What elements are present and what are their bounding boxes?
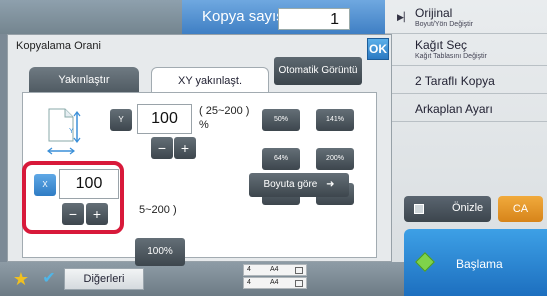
- arrow-right-icon: ➜: [326, 179, 335, 190]
- copy-count-area: Kopya sayısı 1: [182, 0, 385, 34]
- start-label: Başlama: [456, 257, 503, 271]
- copy-count-input[interactable]: 1: [278, 8, 350, 30]
- y-plus-button[interactable]: +: [174, 137, 196, 159]
- others-button[interactable]: Diğerleri: [64, 268, 144, 290]
- x-ratio-highlight: X 100 − +: [22, 161, 124, 234]
- y-range-label: ( 25~200 ): [199, 105, 250, 117]
- play-arrow-icon: ▶▏: [397, 12, 411, 22]
- checkmark-icon[interactable]: ✔: [38, 268, 60, 290]
- star-icon[interactable]: ★: [10, 268, 32, 290]
- duplex-copy-title: 2 Taraflı Kopya: [415, 74, 495, 88]
- tray-size: A4: [270, 279, 279, 286]
- tray-status: 4 A4: [243, 277, 307, 289]
- y-minus-button[interactable]: −: [151, 137, 173, 159]
- tab-zoom[interactable]: Yakınlaştır: [29, 67, 139, 93]
- preset-200-button[interactable]: 200%: [316, 148, 354, 170]
- x-minus-button[interactable]: −: [62, 203, 84, 225]
- paper-xy-icon: Y: [47, 108, 81, 155]
- dialog-title: Kopyalama Orani: [16, 40, 101, 52]
- svg-text:Y: Y: [69, 128, 74, 135]
- start-button[interactable]: Başlama: [404, 229, 547, 296]
- tray-status: 4 A4: [243, 264, 307, 276]
- tab-xy-zoom[interactable]: XY yakınlaşt.: [151, 67, 269, 93]
- y-unit-label: %: [199, 119, 209, 131]
- preset-100-button[interactable]: 100%: [135, 238, 185, 266]
- background-adjust-button[interactable]: Arkaplan Ayarı: [385, 94, 547, 122]
- paper-select-subtitle: Kağıt Tablasını Değiştir: [415, 53, 487, 60]
- x-plus-button[interactable]: +: [86, 203, 108, 225]
- start-diamond-icon: [415, 252, 435, 272]
- tray-number: 4: [247, 266, 251, 273]
- paper-select-title: Kağıt Seç: [415, 38, 468, 52]
- clear-all-button[interactable]: CA: [498, 196, 543, 222]
- paper-select-button[interactable]: Kağıt Seç Kağıt Tablasını Değiştir: [385, 34, 547, 66]
- preview-button[interactable]: Önizle: [404, 196, 491, 222]
- background-adjust-title: Arkaplan Ayarı: [415, 102, 493, 116]
- fit-to-size-label: Boyuta göre: [263, 179, 318, 190]
- preset-50-button[interactable]: 50%: [262, 109, 300, 131]
- tray-size: A4: [270, 266, 279, 273]
- tray-icon: [295, 280, 303, 287]
- y-axis-button[interactable]: Y: [110, 109, 132, 131]
- x-ratio-input[interactable]: 100: [59, 169, 119, 199]
- y-ratio-input[interactable]: 100: [137, 104, 192, 134]
- original-title: Orijinal: [415, 6, 453, 20]
- fit-to-size-button[interactable]: Boyuta göre ➜: [249, 173, 349, 197]
- copy-screen: Kopya sayısı 1 ▶▏ Orijinal Boyut/Yön Değ…: [0, 0, 547, 296]
- preset-141-button[interactable]: 141%: [316, 109, 354, 131]
- preset-64-button[interactable]: 64%: [262, 148, 300, 170]
- original-button[interactable]: ▶▏ Orijinal Boyut/Yön Değiştir: [385, 0, 547, 34]
- auto-image-button[interactable]: Otomatik Görüntü: [274, 57, 362, 85]
- copy-count-label: Kopya sayısı: [202, 8, 288, 25]
- preview-icon: [414, 204, 424, 214]
- preview-label: Önizle: [452, 202, 484, 214]
- bottom-bar: ★ ✔ Diğerleri 4 A4 4 A4: [0, 262, 404, 296]
- x-axis-button[interactable]: X: [34, 174, 56, 196]
- x-range-label: 5~200 ): [139, 204, 177, 216]
- original-subtitle: Boyut/Yön Değiştir: [415, 21, 473, 28]
- tray-number: 4: [247, 279, 251, 286]
- ok-button[interactable]: OK: [367, 38, 389, 60]
- duplex-copy-button[interactable]: 2 Taraflı Kopya: [385, 66, 547, 94]
- tray-icon: [295, 267, 303, 274]
